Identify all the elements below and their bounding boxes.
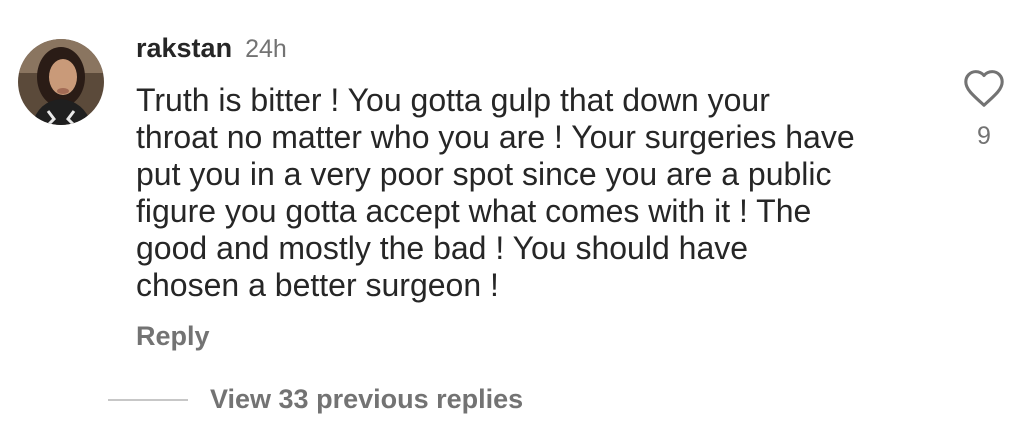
like-count: 9 — [977, 122, 991, 150]
comment-line: throat no matter who you are ! Your surg… — [136, 119, 855, 155]
avatar-image — [18, 39, 104, 125]
view-replies-row: View 33 previous replies — [108, 384, 523, 415]
heart-outline-icon[interactable] — [962, 68, 1006, 108]
view-replies-button[interactable]: View 33 previous replies — [210, 384, 523, 415]
comment-line: chosen a better surgeon ! — [136, 267, 499, 303]
avatar[interactable] — [18, 39, 104, 125]
comment-text: Truth is bitter ! You gotta gulp that do… — [136, 82, 936, 304]
comment-header: rakstan 24h — [136, 33, 287, 67]
replies-divider — [108, 398, 188, 401]
comment-line: Truth is bitter ! You gotta gulp that do… — [136, 82, 770, 118]
comment-line: put you in a very poor spot since you ar… — [136, 156, 832, 192]
timestamp: 24h — [245, 35, 287, 63]
like-section: 9 — [962, 68, 1006, 151]
username[interactable]: rakstan — [136, 33, 232, 64]
comment-line: figure you gotta accept what comes with … — [136, 193, 812, 229]
comment-line: good and mostly the bad ! You should hav… — [136, 230, 749, 266]
reply-button[interactable]: Reply — [136, 321, 210, 352]
